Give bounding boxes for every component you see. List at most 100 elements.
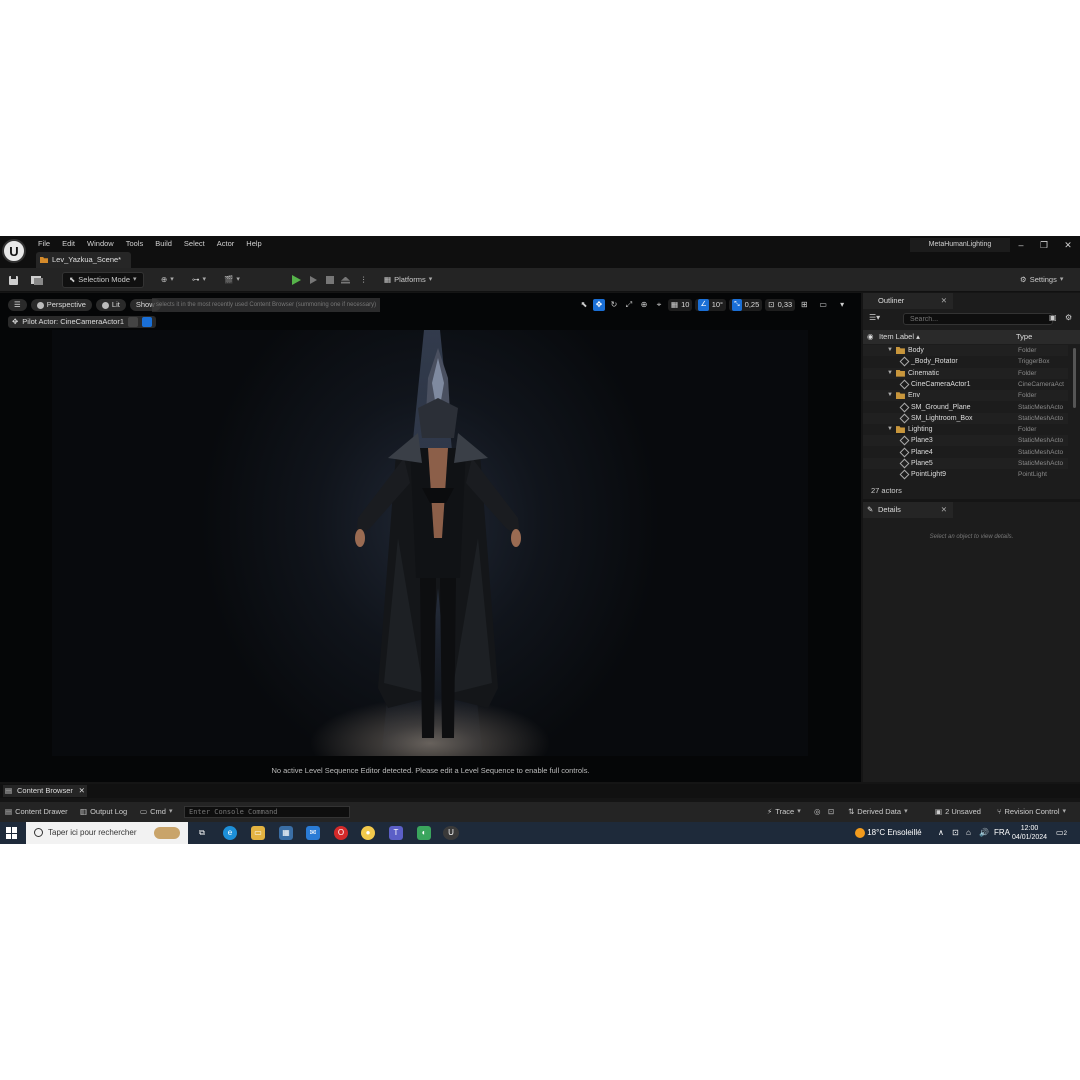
chrome-icon[interactable]: ● (361, 826, 375, 840)
details-tab[interactable]: ✎ Details ✕ (863, 502, 953, 518)
select-tool-icon[interactable]: ⬉ (578, 299, 590, 311)
gear-icon[interactable]: ⚙ (1065, 313, 1072, 322)
weather-widget[interactable]: 18°C Ensoleillé (855, 822, 922, 844)
unsaved-button[interactable]: ▣ 2 Unsaved (935, 806, 981, 818)
record-icon[interactable]: ◎ (814, 806, 821, 818)
teams-icon[interactable]: T (389, 826, 403, 840)
outliner-row[interactable]: ▼ Env Folder (863, 390, 1068, 402)
blueprint-dropdown[interactable]: ⊶ (192, 272, 206, 288)
chevron-down-icon[interactable]: ▾ (836, 299, 848, 311)
opera-icon[interactable]: O (334, 826, 348, 840)
menu-build[interactable]: Build (149, 238, 178, 250)
stop-button[interactable] (326, 272, 334, 288)
platforms-dropdown[interactable]: ▦ Platforms (384, 272, 432, 288)
selection-mode-dropdown[interactable]: ⬉ Selection Mode (62, 272, 144, 288)
lit-button[interactable]: Lit (95, 299, 126, 311)
windows-start-icon[interactable] (6, 827, 18, 839)
cmd-dropdown[interactable]: ▭ Cmd (140, 806, 172, 818)
content-browser-tab[interactable]: ▤ Content Browser ✕ (3, 785, 87, 797)
tray-expand-icon[interactable]: ∧ (938, 822, 944, 844)
app-icon[interactable]: ◐ (417, 826, 431, 840)
taskbar-clock[interactable]: 12:00 04/01/2024 (1012, 824, 1047, 842)
screenshot-icon[interactable]: ⊡ (828, 806, 834, 818)
settings-dropdown[interactable]: ⚙ Settings (1020, 272, 1063, 288)
outliner-row[interactable]: ▼ Cinematic Folder (863, 367, 1068, 379)
content-drawer-button[interactable]: ▤ Content Drawer (5, 806, 68, 818)
expand-arrow-icon[interactable]: ▼ (887, 424, 893, 435)
task-view-icon[interactable]: ⧉ (195, 826, 209, 840)
revision-control-dropdown[interactable]: ⑂ Revision Control (997, 806, 1066, 818)
edge-icon[interactable]: e (223, 826, 237, 840)
outliner-scrollbar[interactable] (1073, 348, 1076, 408)
store-icon[interactable]: ▦ (279, 826, 293, 840)
taskbar-search-box[interactable]: Taper ici pour rechercher (26, 822, 188, 844)
eject-pilot-icon[interactable] (128, 317, 139, 327)
outliner-row[interactable]: SM_Ground_Plane StaticMeshActo (863, 402, 1068, 413)
level-viewport[interactable]: ☰ Perspective Lit Show selects it in the… (0, 293, 861, 782)
close-icon[interactable]: ✕ (79, 785, 85, 797)
viewport-layout-icon[interactable]: ▭ (813, 299, 833, 311)
play-options-button[interactable]: ⋮ (360, 272, 368, 288)
expand-arrow-icon[interactable]: ▼ (887, 345, 893, 356)
rotate-tool-icon[interactable]: ↻ (608, 299, 620, 311)
console-command-input[interactable] (184, 806, 350, 818)
tray-app-icon[interactable]: ⊡ (952, 822, 959, 844)
grid-snap-value[interactable]: ▦ 10 (668, 299, 693, 311)
mail-icon[interactable]: ✉ (306, 826, 320, 840)
menu-window[interactable]: Window (81, 238, 120, 250)
minimize-button[interactable]: – (1014, 239, 1028, 251)
menu-tools[interactable]: Tools (120, 238, 150, 250)
close-window-button[interactable]: ✕ (1061, 239, 1075, 251)
outliner-row[interactable]: ▼ Lighting Folder (863, 424, 1068, 435)
unreal-logo-icon[interactable]: U (2, 239, 26, 263)
visibility-icon[interactable]: ◉ (867, 330, 874, 344)
add-folder-icon[interactable]: ▣ (1049, 313, 1057, 322)
volume-icon[interactable]: 🔊 (979, 822, 989, 844)
surface-snap-icon[interactable]: ⌖ (653, 299, 665, 311)
save-icon[interactable] (8, 272, 19, 288)
menu-file[interactable]: File (32, 238, 56, 250)
close-icon[interactable]: ✕ (941, 502, 947, 518)
filter-icon[interactable]: ☰▾ (869, 313, 880, 322)
derived-data-dropdown[interactable]: ⇅ Derived Data (848, 806, 908, 818)
perspective-button[interactable]: Perspective (30, 299, 92, 311)
outliner-search-input[interactable] (903, 313, 1053, 325)
camera-icon[interactable] (142, 317, 153, 327)
outliner-row[interactable]: CineCameraActor1 CineCameraAct (863, 379, 1068, 390)
outliner-tab[interactable]: Outliner ✕ (863, 293, 953, 309)
close-icon[interactable]: ✕ (941, 293, 947, 309)
language-indicator[interactable]: FRA (994, 822, 1010, 844)
trace-dropdown[interactable]: ⚡ Trace (767, 806, 801, 818)
scale-tool-icon[interactable]: ⤢ (623, 299, 635, 311)
advance-frame-button[interactable] (310, 272, 317, 288)
outliner-row[interactable]: Plane5 StaticMeshActo (863, 458, 1068, 469)
outliner-row[interactable]: ▼ Body Folder (863, 345, 1068, 356)
outliner-row[interactable]: PointLight9 PointLight (863, 469, 1068, 480)
world-space-icon[interactable]: ⊕ (638, 299, 650, 311)
scale-snap-value[interactable]: ⤡ 0,25 (729, 299, 763, 311)
type-column[interactable]: Type (1016, 330, 1032, 344)
content-browser-icon[interactable] (30, 272, 44, 288)
outliner-row[interactable]: _Body_Rotator TriggerBox (863, 356, 1068, 367)
translate-tool-icon[interactable]: ✥ (593, 299, 605, 311)
menu-select[interactable]: Select (178, 238, 211, 250)
file-explorer-icon[interactable]: ▭ (251, 826, 265, 840)
camera-speed-value[interactable]: ⊡ 0,33 (765, 299, 796, 311)
render-view[interactable] (52, 330, 808, 756)
maximize-viewport-icon[interactable]: ⊞ (798, 299, 810, 311)
outliner-row[interactable]: SM_Lightroom_Box StaticMeshActo (863, 412, 1068, 424)
add-actor-dropdown[interactable]: ⊕ (161, 272, 174, 288)
menu-help[interactable]: Help (240, 238, 267, 250)
outliner-row[interactable]: Plane3 StaticMeshActo (863, 435, 1068, 447)
network-icon[interactable]: ⌂ (966, 822, 971, 844)
eject-button[interactable] (341, 272, 350, 288)
play-button[interactable] (292, 272, 301, 288)
cinematics-dropdown[interactable]: 🎬 (224, 272, 240, 288)
level-tab[interactable]: Lev_Yazkua_Scene* (36, 252, 132, 268)
outliner-row[interactable]: Plane4 StaticMeshActo (863, 447, 1068, 458)
menu-actor[interactable]: Actor (211, 238, 241, 250)
output-log-button[interactable]: ▥ Output Log (80, 806, 127, 818)
item-label-column[interactable]: Item Label ▴ (879, 330, 920, 344)
menu-edit[interactable]: Edit (56, 238, 81, 250)
unreal-taskbar-icon[interactable]: U (443, 826, 459, 840)
